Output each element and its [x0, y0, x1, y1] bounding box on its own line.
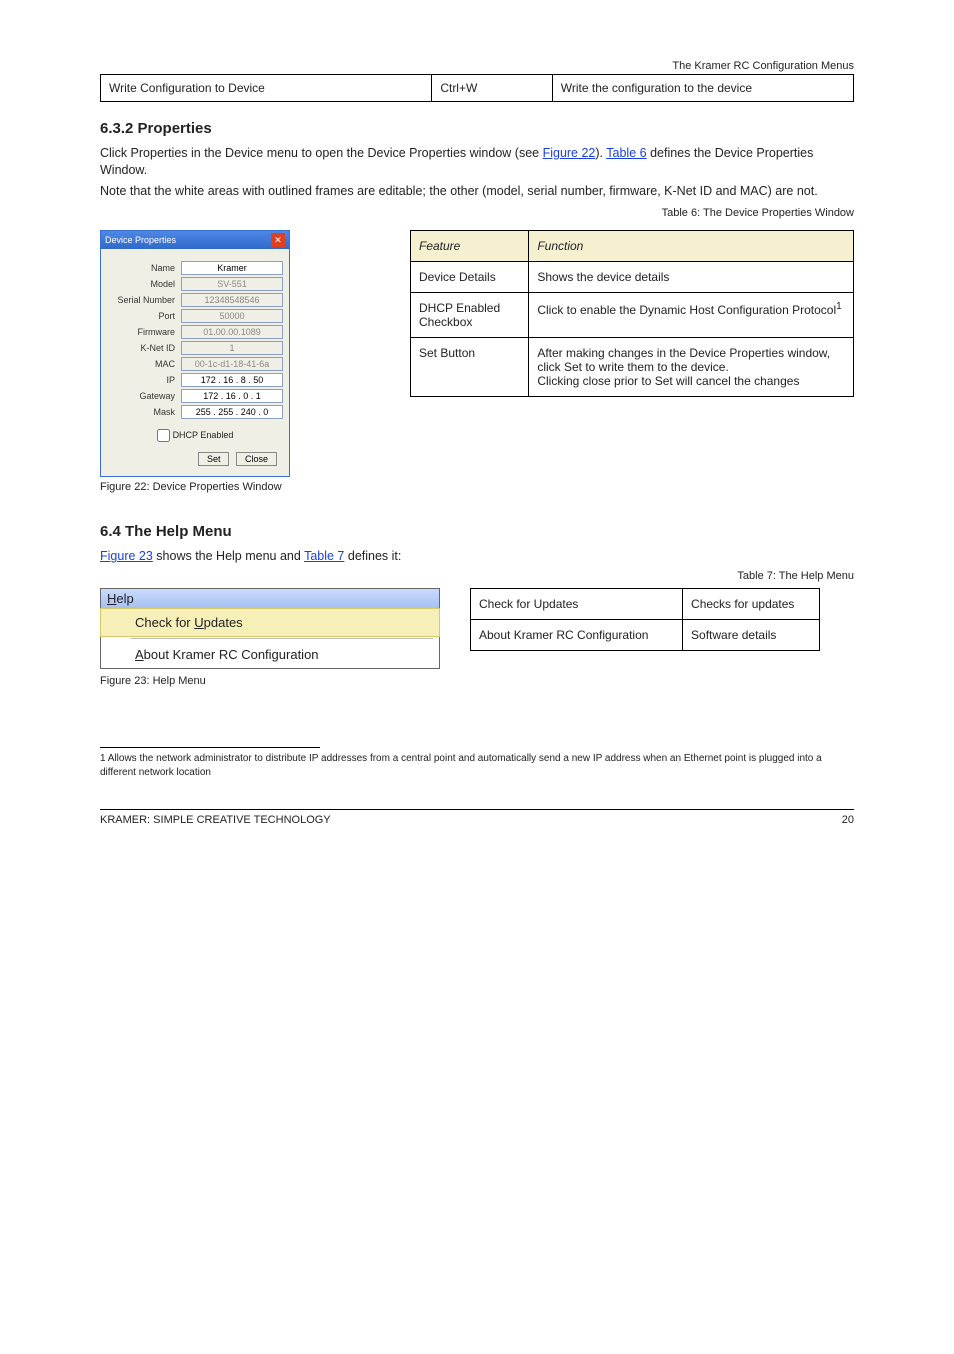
mask-field[interactable]	[181, 405, 283, 419]
th-function: Function	[529, 231, 854, 262]
label-name: Name	[107, 263, 181, 273]
top-c2: Ctrl+W	[432, 75, 552, 102]
label-serial: Serial Number	[107, 295, 181, 305]
close-icon[interactable]: ✕	[271, 233, 285, 247]
dialog-titlebar: Device Properties ✕	[101, 231, 289, 249]
link-table-6[interactable]: Table 6	[606, 146, 646, 160]
link-figure-22[interactable]: Figure 22	[543, 146, 596, 160]
label-model: Model	[107, 279, 181, 289]
help-menu: Help Check for Updates About Kramer RC C…	[100, 588, 440, 669]
props-para2: Note that the white areas with outlined …	[100, 183, 854, 200]
label-firmware: Firmware	[107, 327, 181, 337]
serial-field	[181, 293, 283, 307]
gateway-field[interactable]	[181, 389, 283, 403]
section-help-heading: 6.4 The Help Menu	[100, 523, 854, 540]
dhcp-checkbox-label[interactable]: DHCP Enabled	[157, 430, 234, 440]
device-properties-table: FeatureFunction Device DetailsShows the …	[410, 230, 854, 397]
port-field	[181, 309, 283, 323]
table-7-caption: Table 7: The Help Menu	[100, 569, 854, 584]
label-port: Port	[107, 311, 181, 321]
figure-22-caption: Figure 22: Device Properties Window	[100, 481, 350, 493]
label-mac: MAC	[107, 359, 181, 369]
props-para1: Click Properties in the Device menu to o…	[100, 145, 854, 179]
knet-field	[181, 341, 283, 355]
footer-page-number: 20	[842, 814, 854, 826]
cell-device-details-fn: Shows the device details	[529, 262, 854, 293]
cell-check-updates-fn: Checks for updates	[683, 589, 820, 620]
top-c3: Write the configuration to the device	[552, 75, 853, 102]
mac-field	[181, 357, 283, 371]
label-ip: IP	[107, 375, 181, 385]
th-feature: Feature	[411, 231, 529, 262]
help-para: Figure 23 shows the Help menu and Table …	[100, 548, 854, 565]
menu-bar-help[interactable]: Help	[101, 589, 439, 608]
name-field[interactable]	[181, 261, 283, 275]
cell-about: About Kramer RC Configuration	[471, 620, 683, 651]
menu-item-about[interactable]: About Kramer RC Configuration	[101, 641, 439, 668]
cell-dhcp-fn: Click to enable the Dynamic Host Configu…	[529, 293, 854, 338]
label-mask: Mask	[107, 407, 181, 417]
menu-item-check-updates[interactable]: Check for Updates	[100, 608, 440, 637]
link-table-7[interactable]: Table 7	[304, 549, 344, 563]
label-knet: K-Net ID	[107, 343, 181, 353]
section-properties-heading: 6.3.2 Properties	[100, 120, 854, 137]
link-figure-23[interactable]: Figure 23	[100, 549, 153, 563]
device-properties-dialog: Device Properties ✕ Name Model Serial Nu…	[100, 230, 290, 477]
footnote-1: 1 Allows the network administrator to di…	[100, 752, 854, 779]
firmware-field	[181, 325, 283, 339]
dhcp-checkbox[interactable]	[157, 429, 170, 442]
table-6-caption: Table 6: The Device Properties Window	[100, 206, 854, 221]
set-button[interactable]: Set	[198, 452, 230, 466]
cell-about-fn: Software details	[683, 620, 820, 651]
label-gateway: Gateway	[107, 391, 181, 401]
ip-field[interactable]	[181, 373, 283, 387]
close-button[interactable]: Close	[236, 452, 277, 466]
top-c1: Write Configuration to Device	[101, 75, 432, 102]
cell-set: Set Button	[411, 338, 529, 397]
top-table: Write Configuration to Device Ctrl+W Wri…	[100, 74, 854, 102]
cell-dhcp: DHCP Enabled Checkbox	[411, 293, 529, 338]
footer-left: KRAMER: SIMPLE CREATIVE TECHNOLOGY	[100, 814, 331, 826]
help-menu-table: Check for UpdatesChecks for updates Abou…	[470, 588, 820, 651]
cell-device-details: Device Details	[411, 262, 529, 293]
figure-23-caption: Figure 23: Help Menu	[100, 675, 440, 687]
model-field	[181, 277, 283, 291]
cell-set-fn: After making changes in the Device Prope…	[529, 338, 854, 397]
running-head: The Kramer RC Configuration Menus	[100, 60, 854, 72]
cell-check-updates: Check for Updates	[471, 589, 683, 620]
